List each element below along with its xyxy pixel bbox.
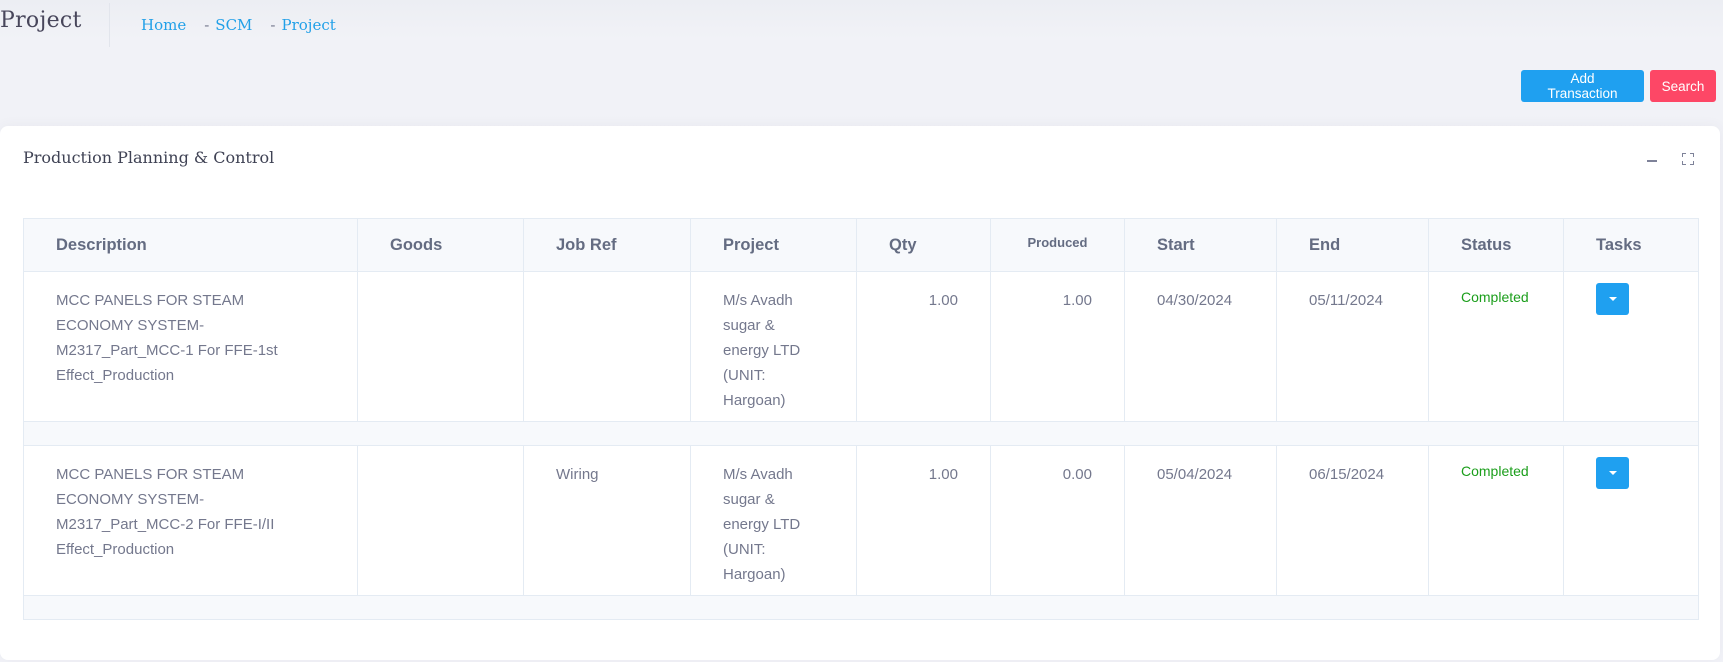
breadcrumb-separator: -	[204, 16, 210, 34]
column-header-description[interactable]: Description	[23, 218, 358, 272]
spacer-cell	[23, 595, 1699, 620]
cell-produced: 0.00	[990, 445, 1125, 596]
caret-down-icon	[1608, 297, 1617, 301]
cell-project: M/s Avadh sugar & energy LTD (UNIT: Harg…	[690, 271, 857, 422]
status-badge: Completed	[1428, 271, 1564, 422]
row-spacer	[23, 421, 1699, 446]
cell-start: 04/30/2024	[1124, 271, 1277, 422]
row-spacer	[23, 595, 1699, 620]
column-header-produced[interactable]: Produced	[990, 218, 1125, 272]
breadcrumb-home[interactable]: Home	[141, 16, 186, 34]
column-header-start[interactable]: Start	[1124, 218, 1277, 272]
production-table: Description Goods Job Ref Project Qty Pr…	[23, 218, 1699, 620]
tasks-dropdown-button[interactable]	[1596, 283, 1629, 315]
cell-goods	[357, 271, 524, 422]
cell-job-ref: Wiring	[523, 445, 691, 596]
header-divider	[109, 3, 110, 47]
cell-end: 06/15/2024	[1276, 445, 1429, 596]
cell-tasks	[1563, 271, 1699, 422]
cell-qty: 1.00	[856, 271, 991, 422]
breadcrumb-separator: -	[270, 16, 276, 34]
cell-description: MCC PANELS FOR STEAM ECONOMY SYSTEM- M23…	[23, 445, 358, 596]
minus-icon[interactable]	[1645, 152, 1659, 166]
card-title: Production Planning & Control	[23, 148, 275, 167]
spacer-cell	[23, 421, 1699, 446]
column-header-project[interactable]: Project	[690, 218, 857, 272]
column-header-end[interactable]: End	[1276, 218, 1429, 272]
production-card: Production Planning & Control Descriptio…	[0, 126, 1720, 660]
expand-icon[interactable]	[1681, 152, 1695, 166]
cell-goods	[357, 445, 524, 596]
cell-qty: 1.00	[856, 445, 991, 596]
add-transaction-button[interactable]: Add Transaction	[1521, 70, 1644, 102]
tasks-dropdown-button[interactable]	[1596, 457, 1629, 489]
cell-job-ref	[523, 271, 691, 422]
cell-start: 05/04/2024	[1124, 445, 1277, 596]
column-header-job-ref[interactable]: Job Ref	[523, 218, 691, 272]
breadcrumb-scm[interactable]: SCM	[215, 16, 252, 34]
table-row: MCC PANELS FOR STEAM ECONOMY SYSTEM- M23…	[23, 271, 1699, 422]
card-tools	[1645, 152, 1695, 166]
table-header-row: Description Goods Job Ref Project Qty Pr…	[23, 218, 1699, 272]
cell-produced: 1.00	[990, 271, 1125, 422]
column-header-tasks[interactable]: Tasks	[1563, 218, 1699, 272]
table-row: MCC PANELS FOR STEAM ECONOMY SYSTEM- M23…	[23, 445, 1699, 596]
caret-down-icon	[1608, 471, 1617, 475]
cell-description: MCC PANELS FOR STEAM ECONOMY SYSTEM- M23…	[23, 271, 358, 422]
search-button[interactable]: Search	[1650, 70, 1716, 102]
cell-end: 05/11/2024	[1276, 271, 1429, 422]
column-header-status[interactable]: Status	[1428, 218, 1564, 272]
toolbar: Add Transaction Search	[1521, 70, 1716, 102]
column-header-qty[interactable]: Qty	[856, 218, 991, 272]
page-title: Project	[0, 8, 82, 33]
page-header: Project Home - SCM - Project	[0, 0, 1723, 55]
status-badge: Completed	[1428, 445, 1564, 596]
column-header-goods[interactable]: Goods	[357, 218, 524, 272]
cell-tasks	[1563, 445, 1699, 596]
breadcrumb-project[interactable]: Project	[282, 16, 336, 34]
breadcrumb: Home - SCM - Project	[141, 16, 336, 34]
cell-project: M/s Avadh sugar & energy LTD (UNIT: Harg…	[690, 445, 857, 596]
